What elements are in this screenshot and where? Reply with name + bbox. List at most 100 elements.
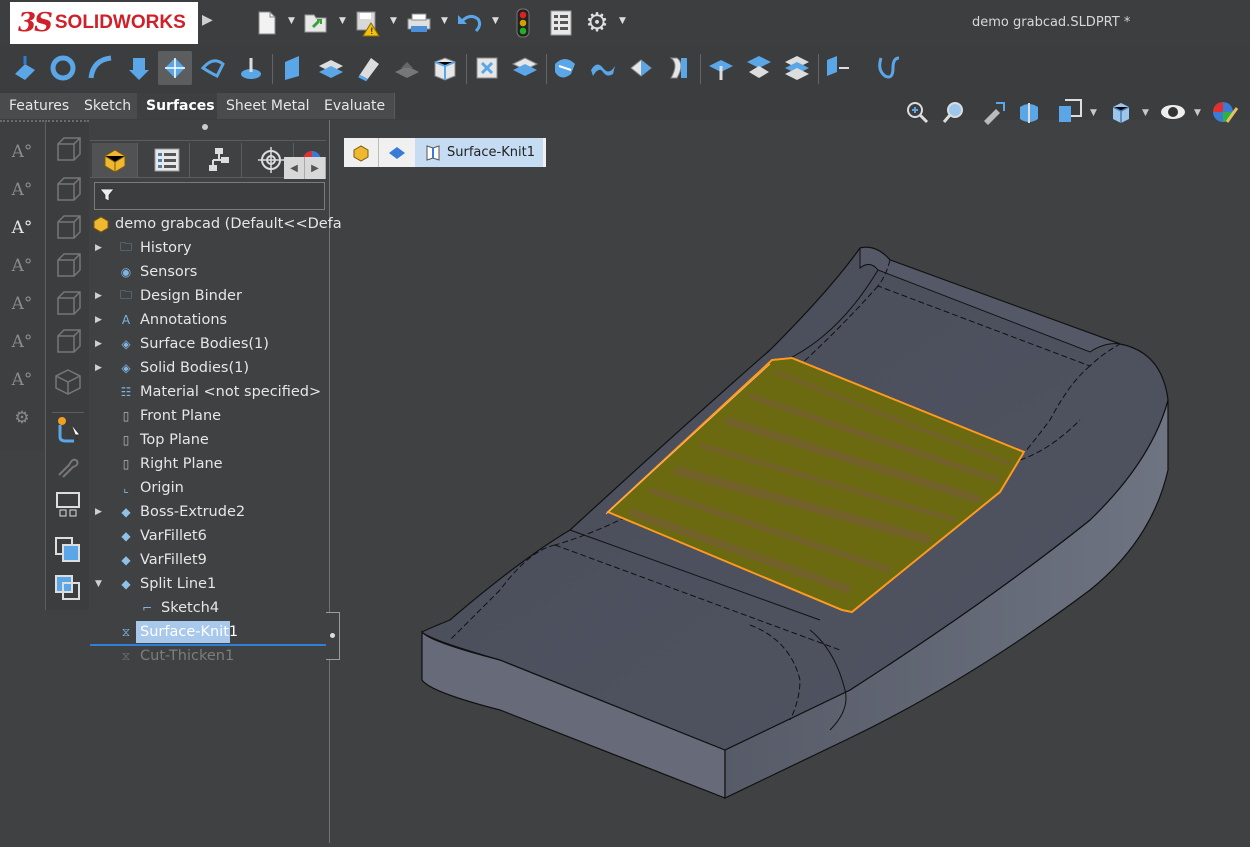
curves-icon[interactable] [872,51,906,85]
tree-item-boss-extrude2[interactable]: ▶ ◆ Boss-Extrude2 [95,501,245,523]
tab-surfaces[interactable]: Surfaces [137,93,225,119]
options-dropdown-icon[interactable]: ▼ [619,16,626,26]
datum-feature-icon[interactable]: A° [8,328,36,356]
feature-manager-tree-icon[interactable] [92,143,138,177]
replace-face-icon[interactable] [470,51,504,85]
display-pane-icon[interactable] [52,488,84,520]
tree-item-split-line1[interactable]: ▼ ◆ Split Line1 [95,573,216,595]
tree-item-sketch4[interactable]: ⌐ Sketch4 [138,597,219,619]
tabs-scroll-control[interactable]: ◀ ▶ [284,157,326,179]
delete-face-icon[interactable] [428,51,462,85]
tree-item-right-plane[interactable]: ▯ Right Plane [95,453,223,475]
attach-tool-icon[interactable] [52,450,84,482]
extruded-surface-icon[interactable] [8,51,42,85]
expand-arrow-icon[interactable]: ▶ [95,363,107,373]
new-document-icon[interactable] [252,8,282,38]
model-items-icon[interactable]: A° [8,214,36,242]
view-orientation-dropdown-icon[interactable]: ▼ [1090,108,1097,118]
knit-surface-icon[interactable] [624,51,658,85]
open-icon[interactable] [302,8,332,38]
tree-item-cut-thicken1[interactable]: ⧖ Cut-Thicken1 [95,645,234,667]
tree-item-material-not-specified[interactable]: ☷ Material <not specified> [95,381,322,403]
print-dropdown-icon[interactable]: ▼ [441,16,448,26]
solidworks-logo[interactable]: 3S SOLIDWORKS [10,2,198,44]
view-cube-right-icon[interactable] [52,212,84,244]
annotation-settings-icon[interactable]: ⚙ [8,404,36,432]
expand-arrow-icon[interactable]: ▶ [95,339,107,349]
property-manager-icon[interactable] [144,143,190,177]
expand-arrow-icon[interactable]: ▶ [95,291,107,301]
lofted-surface-icon[interactable] [122,51,156,85]
view-cube-top-icon[interactable] [52,174,84,206]
save-dropdown-icon[interactable]: ▼ [390,16,397,26]
tree-item-history[interactable]: ▶ 🗀 History [95,237,192,259]
view-cube-front-icon[interactable] [52,134,84,166]
paste-view-icon[interactable] [52,572,84,604]
undo-icon[interactable] [455,8,485,38]
surface-finish-icon[interactable]: A° [8,252,36,280]
revolved-surface-icon[interactable] [46,51,80,85]
view-cube-isometric-icon[interactable] [52,366,84,398]
surface-cut-icon[interactable] [780,51,814,85]
tree-item-annotations[interactable]: ▶ A Annotations [95,309,227,331]
tree-root-part[interactable]: demo grabcad (Default<<Defa [92,213,342,235]
new-dropdown-icon[interactable]: ▼ [288,16,295,26]
tree-item-surface-bodies-1[interactable]: ▶ ◈ Surface Bodies(1) [95,333,269,355]
tab-sketch[interactable]: Sketch [75,93,142,119]
copy-view-icon[interactable] [52,534,84,566]
untrim-surface-icon[interactable] [586,51,620,85]
expand-arrow-icon[interactable]: ▶ [95,507,107,517]
tree-item-origin[interactable]: ⌞ Origin [95,477,184,499]
graphics-area[interactable] [330,120,1250,843]
view-cube-bottom-icon[interactable] [52,288,84,320]
view-cube-back-icon[interactable] [52,250,84,282]
menu-expand-arrow-icon[interactable]: ▶ [202,12,213,28]
note-icon[interactable]: A° [8,138,36,166]
display-style-dropdown-icon[interactable]: ▼ [1142,108,1149,118]
hide-show-dropdown-icon[interactable]: ▼ [1194,108,1201,118]
tree-item-surface-knit1[interactable]: ⧖ Surface-Knit1 [95,621,238,643]
ruled-surface-icon[interactable] [352,51,386,85]
open-dropdown-icon[interactable]: ▼ [339,16,346,26]
reference-geometry-icon[interactable] [822,51,856,85]
scroll-right-icon[interactable]: ▶ [305,157,326,179]
tab-sheet-metal[interactable]: Sheet Metal [217,93,320,119]
filled-surface-icon[interactable] [196,51,230,85]
surface-flatten-icon[interactable] [390,51,424,85]
offset-surface-icon[interactable] [314,51,348,85]
undo-dropdown-icon[interactable]: ▼ [492,16,499,26]
collapse-arrow-icon[interactable]: ▼ [95,579,107,589]
trim-surface-icon[interactable] [548,51,582,85]
extend-surface-icon[interactable] [508,51,542,85]
print-icon[interactable] [404,8,434,38]
freeform-icon[interactable] [234,51,268,85]
rollback-bar[interactable] [90,644,326,646]
planar-surface-icon[interactable] [276,51,310,85]
rebuild-icon[interactable] [508,8,538,38]
tree-filter-input[interactable] [94,182,325,210]
balloon-icon[interactable]: A° [8,176,36,204]
tree-item-varfillet6[interactable]: ◆ VarFillet6 [95,525,206,547]
swept-surface-icon[interactable] [84,51,118,85]
thicken-icon[interactable] [662,51,696,85]
boundary-surface-icon[interactable] [158,51,192,85]
view-cube-left-icon[interactable] [52,326,84,358]
tree-item-sensors[interactable]: ◉ Sensors [95,261,198,283]
tab-evaluate[interactable]: Evaluate [315,93,396,119]
tree-item-front-plane[interactable]: ▯ Front Plane [95,405,221,427]
weld-symbol-icon[interactable]: A° [8,290,36,318]
insert-part-icon[interactable] [52,412,84,444]
geometric-tolerance-icon[interactable]: A° [8,366,36,394]
cut-with-surface-icon[interactable] [742,51,776,85]
tree-item-varfillet9[interactable]: ◆ VarFillet9 [95,549,206,571]
model-view[interactable] [330,120,1250,843]
thickened-cut-icon[interactable] [704,51,738,85]
panel-grip-dot[interactable] [202,124,208,130]
tree-item-solid-bodies-1[interactable]: ▶ ◈ Solid Bodies(1) [95,357,249,379]
tree-item-design-binder[interactable]: ▶ 🗀 Design Binder [95,285,242,307]
save-icon[interactable]: ! [353,8,383,38]
scroll-left-icon[interactable]: ◀ [284,157,305,179]
expand-arrow-icon[interactable]: ▶ [95,315,107,325]
file-properties-icon[interactable] [546,8,576,38]
expand-arrow-icon[interactable]: ▶ [95,243,107,253]
